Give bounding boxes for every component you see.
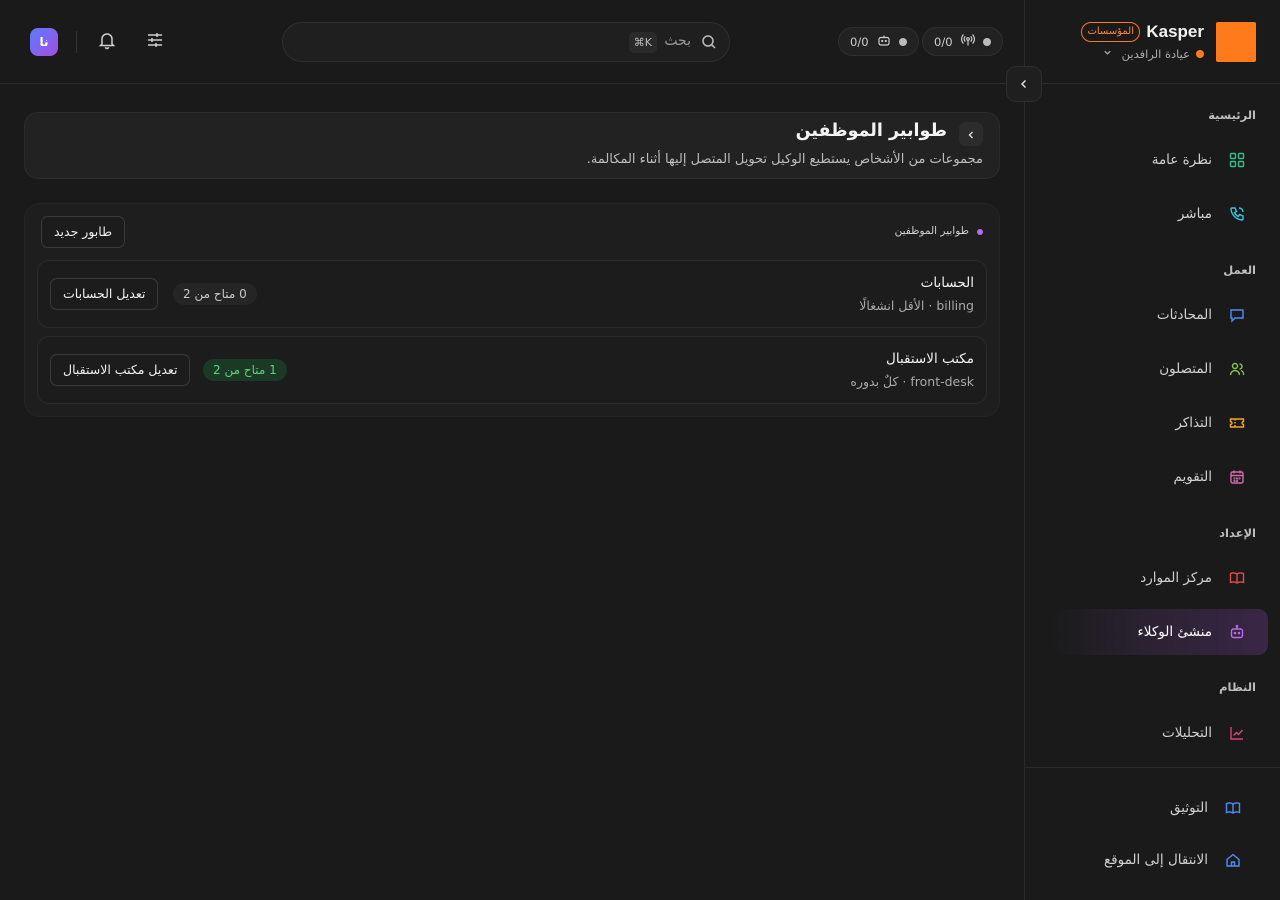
sidebar-item-analytics[interactable]: التحليلات [1048,710,1268,756]
chevron-left-icon [966,125,976,144]
avatar[interactable]: نا [30,28,58,56]
edit-queue-button[interactable]: تعديل مكتب الاستقبال [50,354,191,386]
grid-icon [1228,151,1246,169]
queue-meta: front-desk · كلٌ بدوره [850,374,974,389]
sidebar-divider [1024,767,1280,768]
back-button[interactable] [959,122,983,146]
live-calls-status[interactable]: 0/0 [922,27,1003,56]
sidebar-item-docs[interactable]: التوثيق [1048,785,1268,831]
section-dot [977,229,983,235]
search-input[interactable]: بحث ⌘K [282,22,730,62]
queue-name: الحسابات [920,275,974,291]
toolbar-divider [76,31,77,53]
sidebar-item-resources[interactable]: مركز الموارد [1048,555,1268,601]
book-icon [1228,569,1246,587]
calendar-icon [1228,468,1246,486]
broadcast-icon [960,33,975,50]
search-icon [701,34,717,54]
bell-icon [97,30,117,54]
plan-badge: المؤسسات [1081,22,1140,42]
ticket-icon [1228,414,1246,432]
home-icon [1224,851,1242,869]
brand-name: Kasper [1146,22,1204,41]
sidebar-item-label: التوثيق [1169,800,1208,816]
sidebar-item-go-to-site[interactable]: الانتقال إلى الموقع [1048,837,1268,883]
page-header: طوابير الموظفين مجموعات من الأشخاص يستطي… [24,112,1000,179]
page-description: مجموعات من الأشخاص يستطيع الوكيل تحويل ا… [586,152,983,167]
sidebar-item-label: المتصلون [1159,361,1212,377]
bot-icon [877,33,891,50]
sidebar-item-tickets[interactable]: التذاكر [1048,400,1268,446]
availability-badge: 0 متاح من 2 [173,283,257,305]
brand-logo [1216,22,1256,62]
availability-badge: 1 متاح من 2 [203,359,287,381]
users-icon [1228,360,1246,378]
workspace-name: عيادة الرافدين [1121,47,1190,61]
filters-button[interactable] [143,30,167,54]
edit-queue-button[interactable]: تعديل الحسابات [50,278,159,310]
sidebar-collapse-button[interactable] [1006,66,1042,102]
queue-meta: billing · الأقل انشغالًا [859,298,974,313]
sidebar-item-callers[interactable]: المتصلون [1048,346,1268,392]
sidebar-item-agent-builder[interactable]: منشئ الوكلاء [1048,609,1268,655]
status-dot [898,37,907,46]
agents-count: 0/0 [850,34,869,49]
panel-label: طوابير الموظفين [894,225,969,237]
sidebar-item-label: مركز الموارد [1140,570,1212,586]
nav-section-title: النظام [1219,680,1256,694]
sidebar-item-label: منشئ الوكلاء [1137,624,1212,640]
sidebar-item-label: التقويم [1173,469,1212,485]
queue-row[interactable]: الحسابات billing · الأقل انشغالًا 0 متاح… [37,260,987,328]
chevron-left-icon [1018,75,1030,94]
search-placeholder: بحث [664,33,691,49]
chart-icon [1228,724,1246,742]
sidebar-item-label: التذاكر [1175,415,1212,431]
chevron-down-icon [1103,48,1112,60]
nav-section-title: الرئيسية [1208,108,1256,122]
sidebar-item-label: التحليلات [1162,725,1212,741]
nav-section-title: الإعداد [1219,526,1256,540]
chat-icon [1228,306,1246,324]
sidebar-item-overview[interactable]: نظرة عامة [1048,137,1268,183]
sidebar-item-calendar[interactable]: التقويم [1048,454,1268,500]
agents-status[interactable]: 0/0 [838,27,919,56]
live-calls-count: 0/0 [934,34,953,49]
workspace-status-dot [1196,50,1204,58]
bot-icon [1228,623,1246,641]
nav-section-title: العمل [1223,263,1256,277]
top-bar: 0/0 0/0 بحث ⌘K نا [0,0,1024,84]
page-title: طوابير الموظفين [795,121,947,141]
status-dot [982,37,991,46]
docs-icon [1224,799,1242,817]
sidebar-item-label: الانتقال إلى الموقع [1103,852,1208,868]
brand-header[interactable]: Kasper المؤسسات عيادة الرافدين [1025,0,1280,84]
workspace-switcher[interactable]: عيادة الرافدين [1103,47,1204,61]
sidebar: Kasper المؤسسات عيادة الرافدين الرئيسية … [1024,0,1280,900]
queue-row[interactable]: مكتب الاستقبال front-desk · كلٌ بدوره 1 … [37,336,987,404]
sidebar-item-label: المحادثات [1156,307,1212,323]
queue-name: مكتب الاستقبال [886,351,974,367]
sidebar-item-live[interactable]: مباشر [1048,191,1268,237]
sidebar-item-label: مباشر [1177,206,1212,222]
new-queue-button[interactable]: طابور جديد [41,216,126,248]
phone-icon [1228,205,1246,223]
sliders-icon [145,30,165,54]
queues-panel: طوابير الموظفين طابور جديد الحسابات bill… [24,203,1000,417]
sidebar-item-label: نظرة عامة [1151,152,1212,168]
search-shortcut: ⌘K [628,32,657,53]
notifications-button[interactable] [95,30,119,54]
sidebar-item-conversations[interactable]: المحادثات [1048,292,1268,338]
